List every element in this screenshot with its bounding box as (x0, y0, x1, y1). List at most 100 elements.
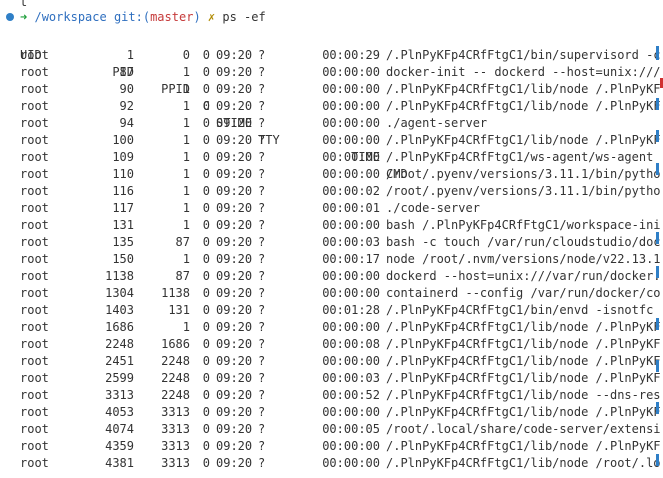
process-row: root 1304 1138 0 09:20? 00:00:00 containerd --… (0, 285, 663, 302)
cell-time: 00:00:00 (322, 82, 380, 96)
cell-uid: root (20, 371, 49, 385)
cell-uid: root (20, 133, 49, 147)
cell-pid: 90 (119, 82, 134, 96)
scroll-marker-blue (656, 130, 659, 142)
cell-time: 00:00:00 (322, 65, 380, 79)
scroll-marker-blue (656, 232, 659, 244)
cell-pid: 109 (112, 150, 134, 164)
cell-uid: root (20, 286, 49, 300)
cell-time: 00:00:00 (322, 456, 380, 470)
cell-cmd: /root/.local/share/code-server/extensi (386, 422, 661, 436)
cell-cmd: /.PlnPyKFp4CRfFtgC1/lib/node /.PlnPyKF (386, 82, 661, 96)
cell-ppid: 1 (182, 184, 190, 198)
cell-time: 00:00:00 (322, 99, 380, 113)
cell-uid: root (20, 456, 49, 470)
prompt-arrow-icon: ➜ (20, 10, 28, 24)
cell-uid: root (20, 150, 49, 164)
process-row: root 3313 2248 0 09:20? 00:00:52 /.PlnPyKFp4CR… (0, 387, 663, 404)
cell-c: 0 (202, 354, 210, 368)
cell-ppid: 1 (182, 201, 190, 215)
cell-c: 0 (202, 286, 210, 300)
cell-ppid: 3313 (161, 439, 190, 453)
cell-cmd: /.PlnPyKFp4CRfFtgC1/lib/node /root/.lo (386, 456, 661, 470)
cell-ppid: 3313 (161, 405, 190, 419)
cell-tty: ? (258, 422, 266, 436)
cell-stime: 09:20 (216, 354, 253, 368)
cell-tty: ? (258, 286, 266, 300)
process-row: root 135 87 0 09:20? 00:00:03 bash -c touch /v… (0, 234, 663, 251)
cell-uid: root (20, 99, 49, 113)
cell-pid: 1403 (105, 303, 134, 317)
cell-tty: ? (258, 99, 266, 113)
cell-stime: 09:20 (216, 235, 253, 249)
cell-pid: 150 (112, 252, 134, 266)
cell-pid: 117 (112, 201, 134, 215)
cell-tty: ? (258, 252, 266, 266)
cell-tty: ? (258, 371, 266, 385)
cell-tty: ? (258, 65, 266, 79)
cell-uid: root (20, 337, 49, 351)
cell-uid: root (20, 439, 49, 453)
scroll-marker-blue (656, 318, 659, 330)
cell-uid: root (20, 65, 49, 79)
cell-tty: ? (258, 235, 266, 249)
cell-stime: 09:20 (216, 422, 253, 436)
cell-stime: 09:20 (216, 133, 253, 147)
cell-stime: 09:20 (216, 269, 253, 283)
cell-tty: ? (258, 320, 266, 334)
cell-stime: 09:20 (216, 201, 253, 215)
process-row: root 150 1 0 09:20? 00:00:17 node /root/.nvm/v… (0, 251, 663, 268)
cell-ppid: 1138 (161, 286, 190, 300)
terminal-output[interactable]: t ➜ /workspace git:(master) ✗ ps -ef UID… (0, 0, 663, 478)
cell-uid: root (20, 48, 49, 62)
cell-uid: root (20, 354, 49, 368)
process-row: root 87 1 0 09:20? 00:00:00 docker-init -- doc… (0, 64, 663, 81)
prompt-git-close: ) (193, 10, 201, 24)
cell-c: 0 (202, 422, 210, 436)
cell-c: 0 (202, 184, 210, 198)
cell-c: 0 (202, 252, 210, 266)
cell-stime: 09:20 (216, 371, 253, 385)
cell-cmd: /.PlnPyKFp4CRfFtgC1/bin/supervisord -c (386, 48, 661, 62)
cell-stime: 09:20 (216, 439, 253, 453)
cell-time: 00:00:52 (322, 388, 380, 402)
cell-pid: 110 (112, 167, 134, 181)
cell-c: 0 (202, 218, 210, 232)
cell-cmd: /.PlnPyKFp4CRfFtgC1/lib/node /.PlnPyKF (386, 354, 661, 368)
cell-c: 0 (202, 82, 210, 96)
cell-tty: ? (258, 150, 266, 164)
cell-pid: 2451 (105, 354, 134, 368)
cell-cmd: ./code-server (386, 201, 480, 215)
cell-c: 0 (202, 303, 210, 317)
cell-tty: ? (258, 388, 266, 402)
cell-tty: ? (258, 82, 266, 96)
process-row: root 4053 3313 0 09:20? 00:00:00 /.PlnPyKFp4CR… (0, 404, 663, 421)
cell-tty: ? (258, 456, 266, 470)
cell-stime: 09:20 (216, 218, 253, 232)
cell-cmd: /.PlnPyKFp4CRfFtgC1/bin/envd -isnotfc (386, 303, 654, 317)
cell-stime: 09:20 (216, 303, 253, 317)
cell-cmd: /.PlnPyKFp4CRfFtgC1/lib/node /.PlnPyKF (386, 405, 661, 419)
prompt-path: /workspace (34, 10, 107, 24)
cell-tty: ? (258, 405, 266, 419)
cell-time: 00:00:00 (322, 150, 380, 164)
cell-cmd: /.PlnPyKFp4CRfFtgC1/lib/node /.PlnPyKF (386, 99, 661, 113)
process-row: root 117 1 0 09:20? 00:00:01 ./code-server (0, 200, 663, 217)
cell-c: 0 (202, 371, 210, 385)
cell-stime: 09:20 (216, 286, 253, 300)
cell-stime: 09:20 (216, 337, 253, 351)
typed-command: ps -ef (222, 10, 266, 24)
cell-ppid: 1686 (161, 337, 190, 351)
cell-ppid: 2248 (161, 371, 190, 385)
cell-uid: root (20, 82, 49, 96)
cell-uid: root (20, 184, 49, 198)
cell-stime: 09:20 (216, 388, 253, 402)
cell-pid: 4074 (105, 422, 134, 436)
cell-pid: 92 (119, 99, 134, 113)
process-row: root 2599 2248 0 09:20? 00:00:03 /.PlnPyKFp4CR… (0, 370, 663, 387)
cell-time: 00:00:00 (322, 320, 380, 334)
cell-stime: 09:20 (216, 184, 253, 198)
scroll-marker-blue (656, 266, 659, 278)
process-row: root 94 1 0 09:20? 00:00:00 ./agent-server (0, 115, 663, 132)
cell-c: 0 (202, 167, 210, 181)
